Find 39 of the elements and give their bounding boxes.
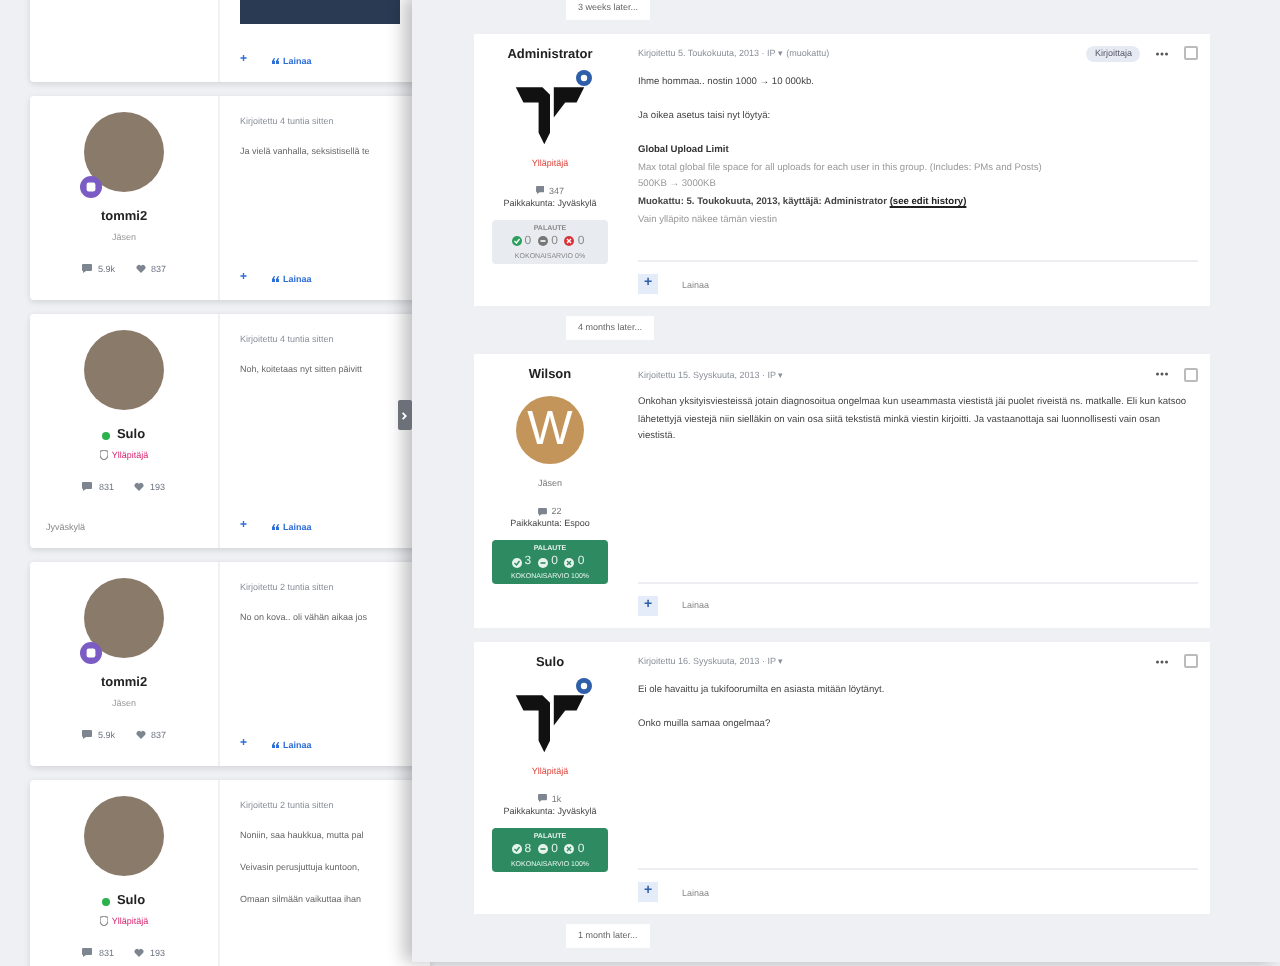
chevron-right-icon — [402, 411, 408, 419]
letter-avatar: W — [516, 396, 584, 465]
heart-icon — [134, 948, 144, 958]
avatar-photo-placeholder — [84, 330, 164, 410]
heart-icon — [135, 730, 145, 740]
select-checkbox[interactable] — [1184, 46, 1198, 61]
check-icon — [511, 557, 522, 568]
quote-icon — [271, 57, 280, 63]
select-checkbox[interactable] — [1184, 367, 1198, 382]
shield-icon — [99, 450, 108, 460]
select-checkbox[interactable] — [1184, 654, 1198, 669]
shield-icon — [99, 916, 108, 926]
panel-toggle-button[interactable] — [398, 400, 412, 430]
cross-icon — [564, 236, 575, 247]
minus-icon — [538, 844, 549, 855]
heart-icon — [135, 264, 145, 274]
comment-icon — [538, 794, 548, 803]
cross-icon — [564, 557, 575, 568]
minus-icon — [538, 557, 549, 568]
check-icon — [511, 236, 522, 247]
comment-icon — [82, 482, 93, 492]
heart-icon — [134, 482, 144, 492]
quote-icon — [271, 275, 280, 281]
comment-icon — [82, 948, 93, 958]
quote-icon — [271, 523, 280, 529]
comment-icon — [535, 186, 545, 195]
more-icon[interactable] — [1156, 372, 1168, 377]
comment-icon — [81, 730, 92, 740]
quote-icon — [271, 741, 280, 747]
comment-icon — [81, 264, 92, 274]
comment-icon — [538, 507, 548, 516]
avatar-photo-placeholder — [84, 796, 164, 876]
check-icon — [511, 844, 522, 855]
more-icon[interactable] — [1156, 51, 1168, 56]
cross-icon — [564, 844, 575, 855]
avatar-photo-placeholder — [84, 578, 164, 658]
avatar-photo-placeholder — [84, 112, 164, 192]
more-icon[interactable] — [1156, 659, 1168, 664]
minus-icon — [538, 236, 549, 247]
